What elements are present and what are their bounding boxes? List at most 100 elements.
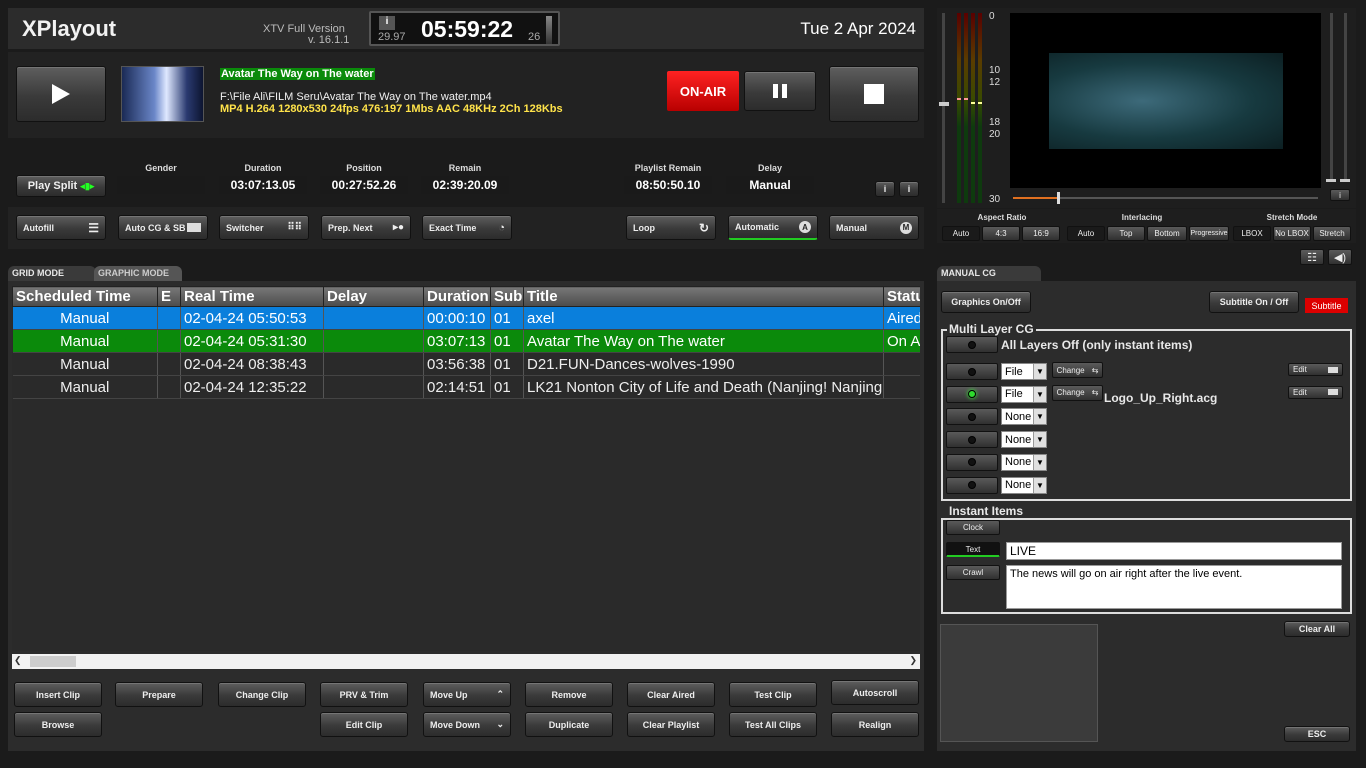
interlacing-top[interactable]: Top bbox=[1107, 226, 1145, 241]
settings-sliders-button[interactable]: ☷ bbox=[1300, 249, 1324, 265]
pause-icon bbox=[773, 84, 787, 98]
exact-time-button[interactable]: Exact Time ◔ bbox=[422, 215, 512, 240]
all-layers-off-button[interactable] bbox=[946, 336, 998, 353]
layer-type-select[interactable]: None ▼ bbox=[1001, 476, 1047, 494]
edit-clip-button[interactable]: Edit Clip bbox=[320, 712, 408, 737]
pause-button[interactable] bbox=[744, 71, 816, 111]
layer-toggle-button[interactable] bbox=[946, 431, 998, 449]
scroll-right-icon[interactable]: ❯ bbox=[909, 655, 917, 666]
subtitle-onoff-button[interactable]: Subtitle On / Off bbox=[1209, 291, 1299, 313]
column-header[interactable]: Delay bbox=[323, 286, 424, 307]
insert-clip-button[interactable]: Insert Clip bbox=[14, 682, 102, 707]
scroll-left-icon[interactable]: ❮ bbox=[14, 655, 22, 666]
column-header[interactable]: Title bbox=[523, 286, 884, 307]
esc-button[interactable]: ESC bbox=[1284, 726, 1350, 742]
interlacing-auto[interactable]: Auto bbox=[1067, 226, 1105, 241]
indicator-dot-icon bbox=[968, 458, 976, 467]
tab-manual-cg[interactable]: MANUAL CG bbox=[937, 266, 1041, 281]
prep-next-button[interactable]: Prep. Next ▸● bbox=[321, 215, 411, 240]
column-header[interactable]: E bbox=[157, 286, 181, 307]
remove-button[interactable]: Remove bbox=[525, 682, 613, 707]
interlacing-progressive[interactable]: Progressive bbox=[1189, 226, 1229, 241]
crawl-item-button[interactable]: Crawl bbox=[946, 565, 1000, 580]
layer-toggle-button[interactable] bbox=[946, 453, 998, 471]
browse-button[interactable]: Browse bbox=[14, 712, 102, 737]
layer-toggle-button[interactable] bbox=[946, 363, 998, 380]
graphics-onoff-button[interactable]: Graphics On/Off bbox=[941, 291, 1031, 313]
table-row[interactable]: Manual 02-04-24 05:31:30 03:07:13 01 Avatar … bbox=[12, 329, 920, 353]
text-item-button[interactable]: Text bbox=[946, 542, 1000, 557]
automatic-button[interactable]: Automatic A bbox=[728, 215, 818, 240]
volume-button[interactable]: ◀) bbox=[1328, 249, 1352, 265]
test-clip-button[interactable]: Test Clip bbox=[729, 682, 817, 707]
table-cell: Avatar The Way on The water bbox=[523, 329, 884, 353]
layer-change-button[interactable]: Change ⇆ bbox=[1052, 362, 1103, 378]
layer-toggle-button[interactable] bbox=[946, 476, 998, 494]
tab-graphic-mode[interactable]: GRAPHIC MODE bbox=[94, 266, 182, 281]
table-cell: 03:07:13 bbox=[423, 329, 491, 353]
clock-item-button[interactable]: Clock bbox=[946, 520, 1000, 535]
table-row[interactable]: Manual 02-04-24 12:35:22 02:14:51 01 LK21 No… bbox=[12, 375, 920, 399]
layer-edit-button[interactable]: Edit bbox=[1288, 385, 1343, 399]
layer-change-button[interactable]: Change ⇆ bbox=[1052, 384, 1103, 401]
column-header[interactable]: Real Time bbox=[180, 286, 324, 307]
test-all-clips-button[interactable]: Test All Clips bbox=[729, 712, 817, 737]
interlacing-bottom[interactable]: Bottom bbox=[1147, 226, 1187, 241]
info-button-2[interactable]: i bbox=[899, 181, 919, 197]
layer-type-select[interactable]: None ▼ bbox=[1001, 453, 1047, 471]
move-up-button[interactable]: Move Up ⌃ bbox=[423, 682, 511, 707]
clear-playlist-button[interactable]: Clear Playlist bbox=[627, 712, 715, 737]
scroll-thumb[interactable] bbox=[30, 656, 76, 667]
info-button-1[interactable]: i bbox=[875, 181, 895, 197]
info-button-3[interactable]: i bbox=[1330, 189, 1350, 201]
horizontal-scrollbar[interactable]: ❮ ❯ bbox=[12, 654, 920, 669]
table-row[interactable]: Manual 02-04-24 08:38:43 03:56:38 01 D21.FUN… bbox=[12, 352, 920, 376]
stop-button[interactable] bbox=[829, 66, 919, 122]
layer-toggle-button[interactable] bbox=[946, 385, 998, 403]
layer-type-select[interactable]: File ▼ bbox=[1001, 385, 1047, 403]
manual-button[interactable]: Manual M bbox=[829, 215, 919, 240]
change-clip-button[interactable]: Change Clip bbox=[218, 682, 306, 707]
stretch-lbox[interactable]: LBOX bbox=[1233, 226, 1271, 241]
subtitle-indicator[interactable]: Subtitle bbox=[1305, 298, 1348, 313]
autoscroll-button[interactable]: Autoscroll bbox=[831, 680, 919, 705]
realign-button[interactable]: Realign bbox=[831, 712, 919, 737]
layer-toggle-button[interactable] bbox=[946, 408, 998, 426]
left-level-slider-handle[interactable] bbox=[939, 102, 949, 106]
right-level-handle-1[interactable] bbox=[1326, 179, 1336, 182]
prepare-button[interactable]: Prepare bbox=[115, 682, 203, 707]
stretch-no-lbox[interactable]: No LBOX bbox=[1273, 226, 1311, 241]
prv-trim-button[interactable]: PRV & Trim bbox=[320, 682, 408, 707]
layer-edit-button[interactable]: Edit bbox=[1288, 363, 1343, 376]
stretch-stretch[interactable]: Stretch bbox=[1313, 226, 1351, 241]
aspect-auto[interactable]: Auto bbox=[942, 226, 980, 241]
loop-button[interactable]: Loop ↻ bbox=[626, 215, 716, 240]
layer-type-select[interactable]: File ▼ bbox=[1001, 363, 1047, 380]
move-down-button[interactable]: Move Down ⌄ bbox=[423, 712, 511, 737]
duplicate-button[interactable]: Duplicate bbox=[525, 712, 613, 737]
text-item-input[interactable]: LIVE bbox=[1006, 542, 1342, 560]
now-playing-format: MP4 H.264 1280x530 24fps 476:197 1Mbs AA… bbox=[220, 103, 563, 115]
aspect-4-3[interactable]: 4:3 bbox=[982, 226, 1020, 241]
column-header[interactable]: Scheduled Time bbox=[12, 286, 158, 307]
automatic-label: Automatic bbox=[735, 222, 780, 232]
auto-cg-button[interactable]: Auto CG & SB bbox=[118, 215, 208, 240]
autofill-button[interactable]: Autofill ☰ bbox=[16, 215, 106, 240]
play-split-button[interactable]: Play Split ◂▮▸ bbox=[16, 175, 106, 197]
info-icon[interactable]: i bbox=[379, 16, 395, 30]
column-header[interactable]: Sub bbox=[490, 286, 524, 307]
column-header[interactable]: Duration bbox=[423, 286, 491, 307]
column-header[interactable]: Status bbox=[883, 286, 920, 307]
layer-type-select[interactable]: None ▼ bbox=[1001, 431, 1047, 449]
tab-grid-mode[interactable]: GRID MODE bbox=[8, 266, 96, 281]
clear-aired-button[interactable]: Clear Aired bbox=[627, 682, 715, 707]
switcher-button[interactable]: Switcher ⠿⠿ bbox=[219, 215, 309, 240]
clear-all-button[interactable]: Clear All bbox=[1284, 621, 1350, 637]
layer-type-select[interactable]: None ▼ bbox=[1001, 408, 1047, 426]
right-level-handle-2[interactable] bbox=[1340, 179, 1350, 182]
crawl-item-textarea[interactable]: The news will go on air right after the … bbox=[1006, 565, 1342, 609]
aspect-16-9[interactable]: 16:9 bbox=[1022, 226, 1060, 241]
table-row[interactable]: Manual 02-04-24 05:50:53 00:00:10 01 axel Air… bbox=[12, 306, 920, 330]
play-button[interactable] bbox=[16, 66, 106, 122]
preview-seek-handle[interactable] bbox=[1057, 192, 1060, 204]
